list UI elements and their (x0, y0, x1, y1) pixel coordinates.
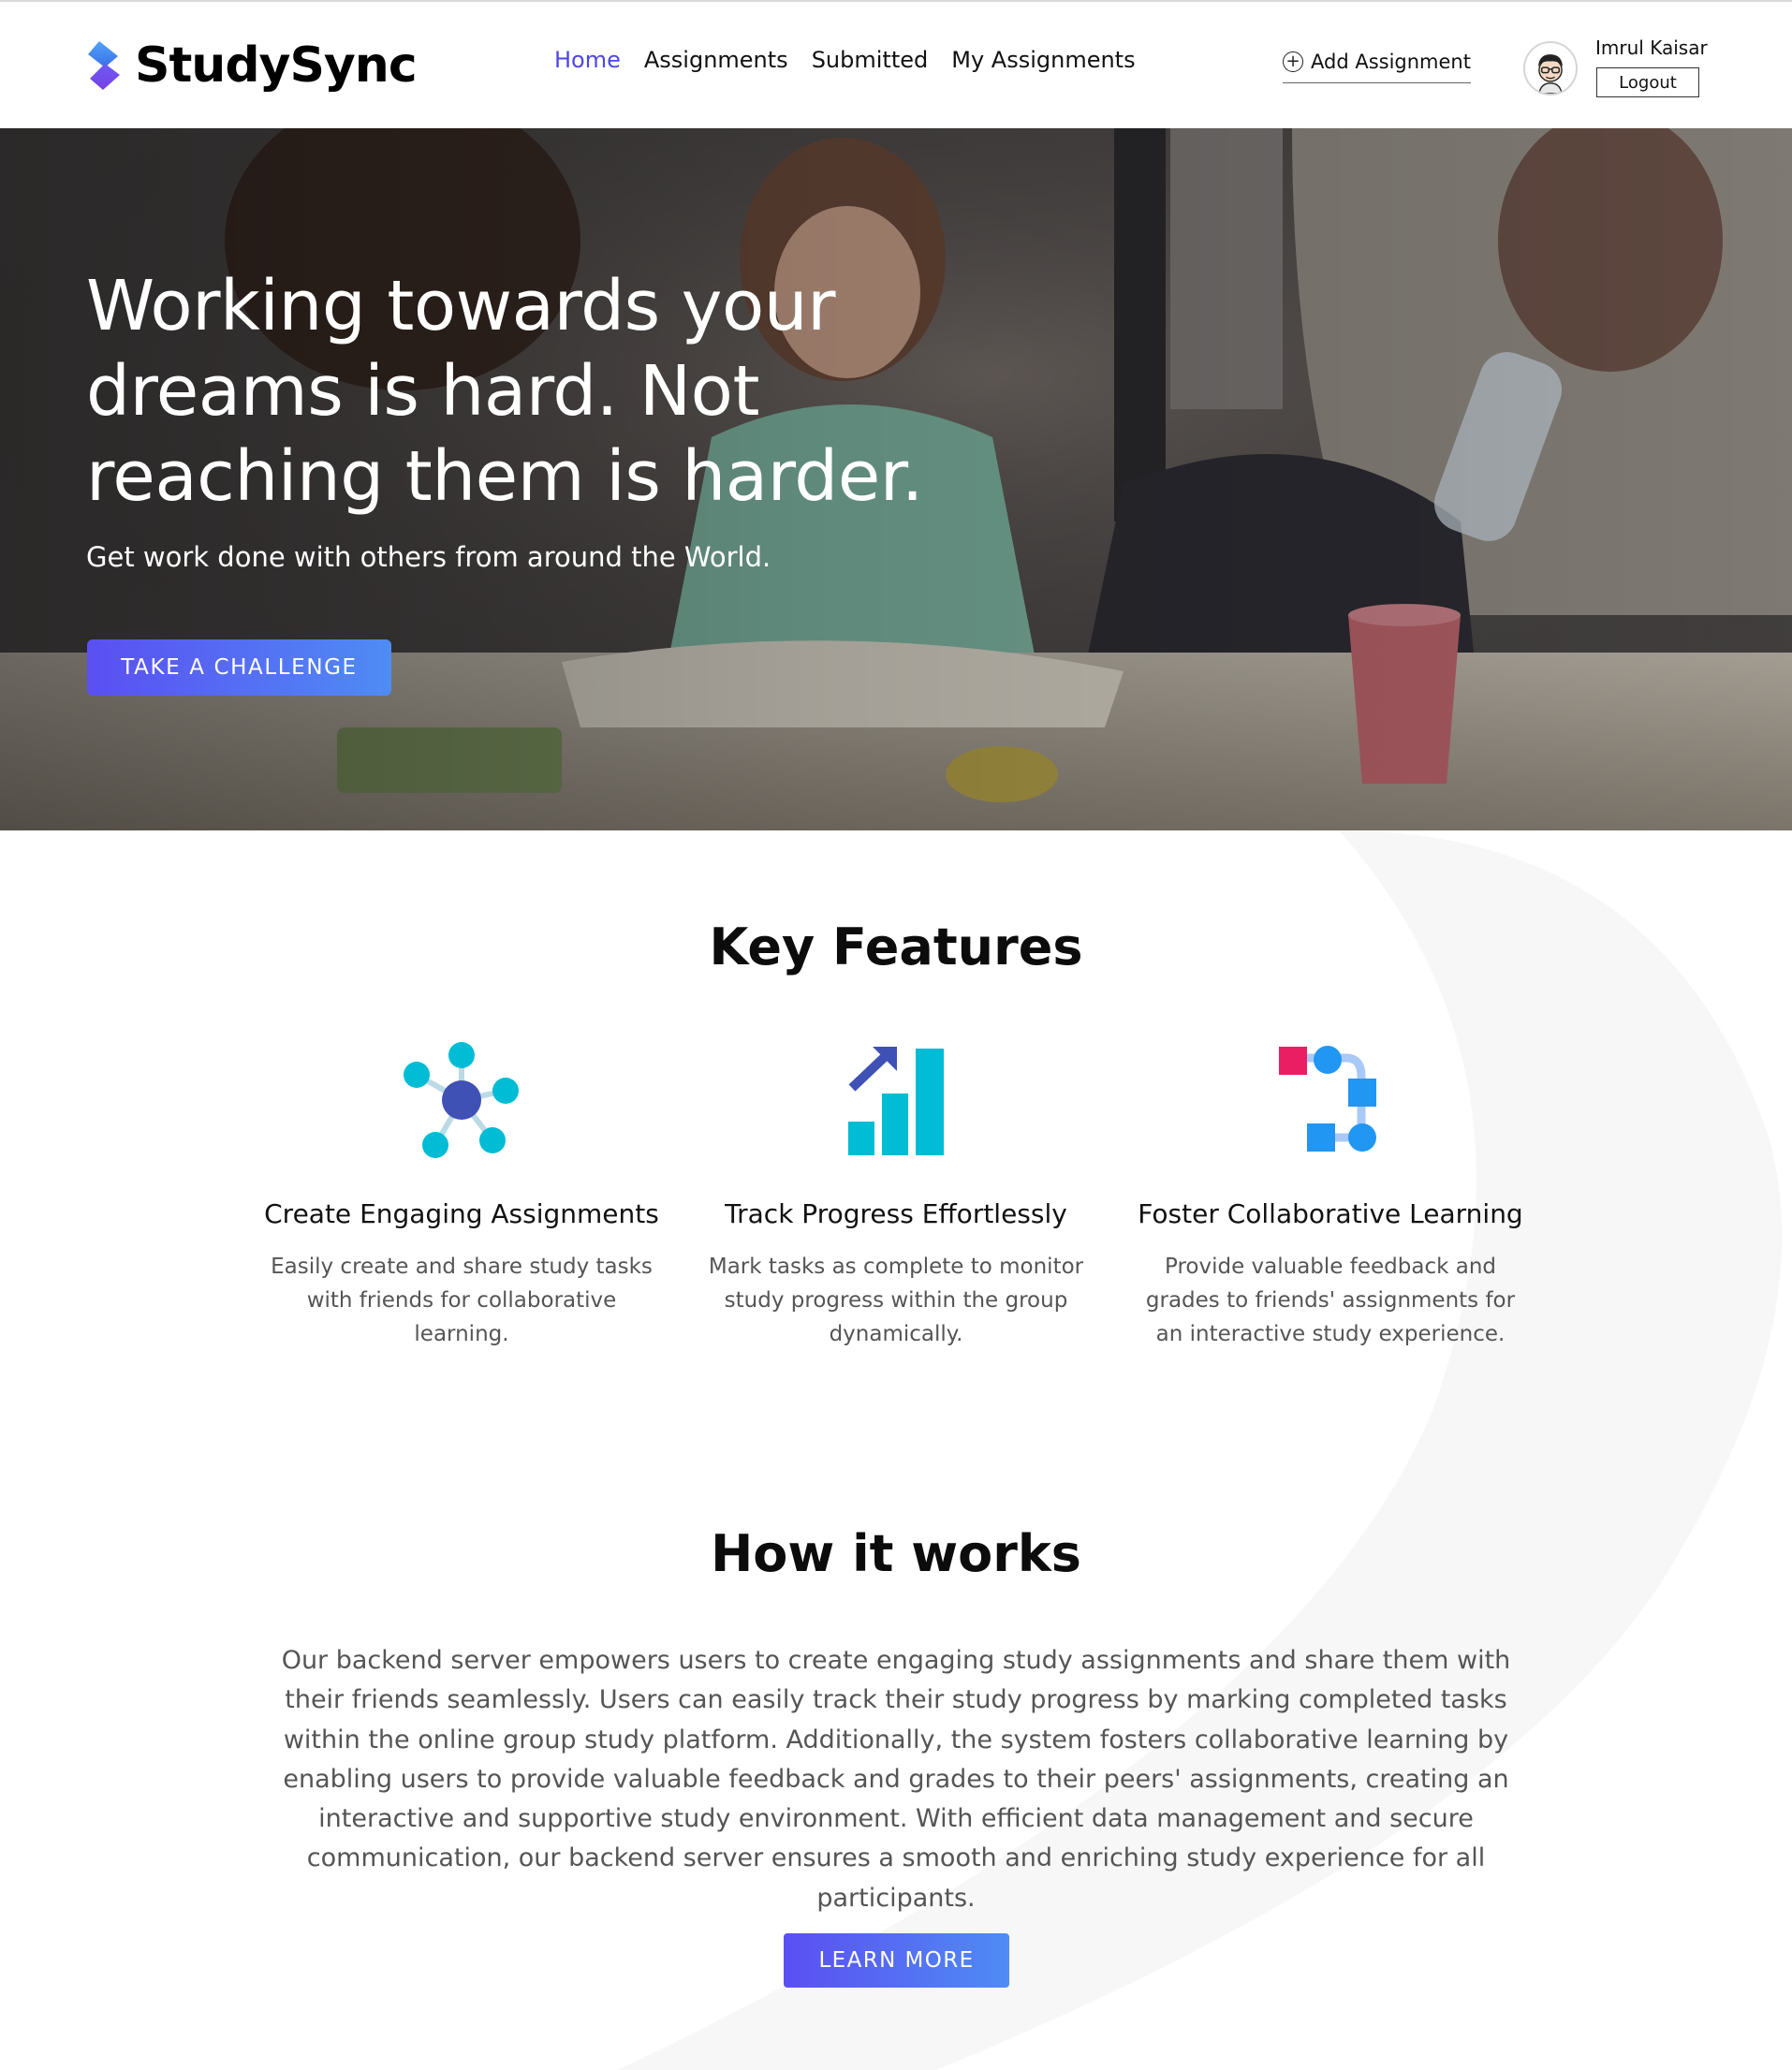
user-avatar-icon (1537, 54, 1564, 94)
how-it-works-title: How it works (711, 1524, 1081, 1583)
main-nav: Home Assignments Submitted My Assignment… (554, 47, 1136, 73)
workflow-icon (1279, 1046, 1376, 1152)
add-assignment-button[interactable]: + Add Assignment (1283, 51, 1471, 83)
feature-card: Create Engaging Assignments Easily creat… (256, 1039, 668, 1351)
feature-description: Provide valuable feedback and grades to … (1145, 1255, 1516, 1346)
brand-name: StudySync (135, 37, 418, 94)
user-name: Imrul Kaisar (1595, 37, 1708, 59)
feature-title: Foster Collaborative Learning (1138, 1198, 1523, 1229)
hero-title: Working towards your dreams is hard. Not… (86, 266, 923, 517)
nav-my-assignments[interactable]: My Assignments (951, 47, 1135, 73)
avatar[interactable] (1523, 41, 1578, 95)
feature-card: Foster Collaborative Learning Provide va… (1124, 1039, 1536, 1351)
hero-banner: Working towards your dreams is hard. Not… (0, 128, 1792, 830)
take-challenge-button[interactable]: TAKE A CHALLENGE (87, 639, 391, 696)
feature-title: Create Engaging Assignments (264, 1198, 659, 1229)
logout-button[interactable]: Logout (1596, 67, 1699, 97)
feature-description: Mark tasks as complete to monitor study … (708, 1255, 1084, 1346)
nav-submitted[interactable]: Submitted (812, 47, 929, 73)
feature-description: Easily create and share study tasks with… (271, 1255, 653, 1346)
features-title: Key Features (709, 918, 1083, 976)
nav-assignments[interactable]: Assignments (644, 47, 788, 73)
how-it-works-text: Our backend server empowers users to cre… (281, 1646, 1511, 1913)
bar-chart-growth-icon (848, 1047, 944, 1155)
learn-more-button[interactable]: LEARN MORE (784, 1933, 1009, 1988)
nav-home[interactable]: Home (554, 47, 621, 73)
add-assignment-label: Add Assignment (1311, 51, 1471, 73)
plus-circle-icon: + (1283, 51, 1303, 72)
logo-mark-icon (88, 41, 120, 90)
feature-title: Track Progress Effortlessly (725, 1198, 1067, 1229)
network-icon (404, 1042, 519, 1158)
brand-logo[interactable]: StudySync (86, 36, 418, 95)
hero-subtitle: Get work done with others from around th… (86, 541, 771, 573)
feature-card: Track Progress Effortlessly Mark tasks a… (690, 1039, 1102, 1351)
site-header: StudySync Home Assignments Submitted My … (0, 2, 1792, 128)
